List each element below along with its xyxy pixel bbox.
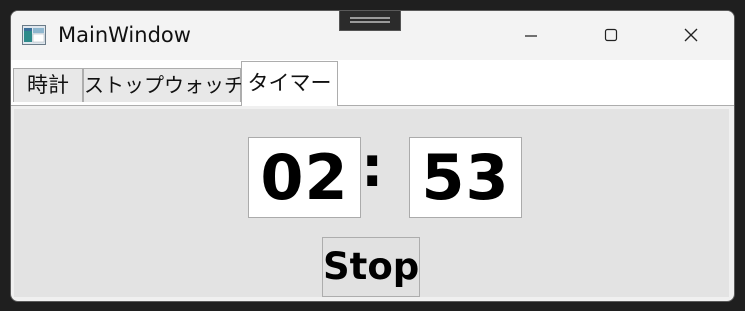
snap-layout-handle-icon[interactable] xyxy=(339,11,401,31)
app-window-icon xyxy=(22,25,46,45)
main-window: MainWindow 時計 ストップウォッチ タイマー 02: 53 Stop xyxy=(10,10,735,302)
window-title: MainWindow xyxy=(58,23,191,47)
minimize-icon xyxy=(525,35,537,37)
timer-panel: 02 : 53 Stop xyxy=(14,109,729,297)
close-icon xyxy=(684,28,698,42)
maximize-icon xyxy=(604,28,618,42)
tab-stopwatch[interactable]: ストップウォッチ xyxy=(83,68,244,102)
tab-strip: 時計 ストップウォッチ タイマー xyxy=(11,60,734,106)
seconds-display[interactable]: 53 xyxy=(409,137,522,218)
stop-button[interactable]: Stop xyxy=(322,237,420,297)
minutes-display[interactable]: 02 xyxy=(248,137,361,218)
time-separator: : xyxy=(361,135,384,200)
tab-clock[interactable]: 時計 xyxy=(13,68,83,102)
tab-timer[interactable]: タイマー xyxy=(241,61,338,106)
minimize-button[interactable] xyxy=(511,19,551,51)
title-bar[interactable]: MainWindow xyxy=(11,11,734,60)
maximize-button[interactable] xyxy=(591,19,631,51)
close-button[interactable] xyxy=(671,19,711,51)
tab-divider xyxy=(11,105,734,106)
